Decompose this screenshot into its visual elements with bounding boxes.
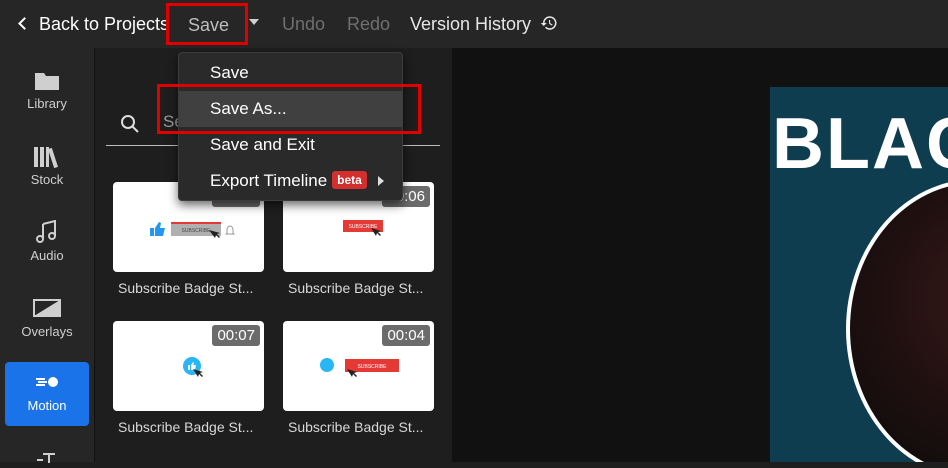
books-icon xyxy=(34,147,58,168)
card-thumbnail: 00:07 xyxy=(113,321,264,411)
card-caption: Subscribe Badge St... xyxy=(288,280,424,296)
sidebar-item-motion[interactable]: Motion xyxy=(5,362,89,426)
motion-card[interactable]: 00:04 SUBSCRIBE Subscribe Badge St... xyxy=(283,321,434,435)
thumb-text: SUBSCRIBE xyxy=(358,364,388,370)
preview-stage[interactable]: BLAC xyxy=(452,48,948,462)
save-button[interactable]: Save xyxy=(166,3,248,45)
sidebar-item-library[interactable]: Library xyxy=(5,60,89,124)
menu-item-export-timeline[interactable]: Export Timeline beta xyxy=(179,163,402,199)
sidebar-item-audio[interactable]: Audio xyxy=(5,212,89,276)
chevron-down-icon[interactable] xyxy=(249,19,259,25)
back-to-projects-button[interactable]: Back to Projects xyxy=(18,0,170,48)
preview-title: BLAC xyxy=(772,104,948,184)
version-history-button[interactable]: Version History xyxy=(410,0,558,48)
card-caption: Subscribe Badge St... xyxy=(288,419,424,435)
left-sidebar: Library Stock Audio Overlays Motion xyxy=(0,48,95,463)
subscribe-preview-graphic: SUBSCRIBE xyxy=(150,222,236,238)
redo-button[interactable]: Redo xyxy=(347,0,390,48)
undo-button[interactable]: Undo xyxy=(282,0,325,48)
duration-badge: 00:07 xyxy=(212,325,260,346)
subscribe-preview-graphic: SUBSCRIBE xyxy=(320,358,399,377)
sidebar-item-label: Audio xyxy=(30,248,64,263)
overlay-icon xyxy=(33,299,61,317)
menu-item-label: Export Timeline xyxy=(210,171,328,190)
duration-badge: 00:04 xyxy=(382,325,430,346)
save-label: Save xyxy=(188,15,230,35)
chevron-left-icon xyxy=(18,17,31,30)
sidebar-item-stock[interactable]: Stock xyxy=(5,136,89,200)
text-tool-icon[interactable] xyxy=(37,450,57,463)
folder-icon xyxy=(35,73,59,90)
sidebar-item-label: Library xyxy=(27,96,67,111)
thumb-text: SUBSCRIBE xyxy=(182,228,212,234)
version-history-label: Version History xyxy=(410,14,532,34)
like-preview-graphic xyxy=(183,357,203,377)
subscribe-preview-graphic: SUBSCRIBE xyxy=(343,220,383,236)
top-toolbar: Back to Projects Save Undo Redo Version … xyxy=(0,0,948,48)
beta-badge: beta xyxy=(332,171,367,189)
sidebar-item-label: Stock xyxy=(30,172,64,187)
sidebar-item-label: Motion xyxy=(27,398,67,413)
history-icon xyxy=(540,16,557,30)
card-caption: Subscribe Badge St... xyxy=(118,280,254,296)
motion-card[interactable]: 00:07 Subscribe Badge St... xyxy=(113,321,264,435)
search-icon xyxy=(121,115,139,133)
preview-canvas[interactable]: BLAC xyxy=(770,87,948,462)
motion-icon xyxy=(36,377,58,387)
card-thumbnail: 00:04 SUBSCRIBE xyxy=(283,321,434,411)
chevron-right-icon xyxy=(378,176,384,186)
back-label: Back to Projects xyxy=(39,14,170,34)
preview-image-circle xyxy=(846,179,948,462)
sidebar-item-overlays[interactable]: Overlays xyxy=(5,288,89,352)
music-note-icon xyxy=(36,220,56,243)
sidebar-item-label: Overlays xyxy=(21,324,73,339)
highlight-box xyxy=(157,84,421,134)
card-caption: Subscribe Badge St... xyxy=(118,419,254,435)
